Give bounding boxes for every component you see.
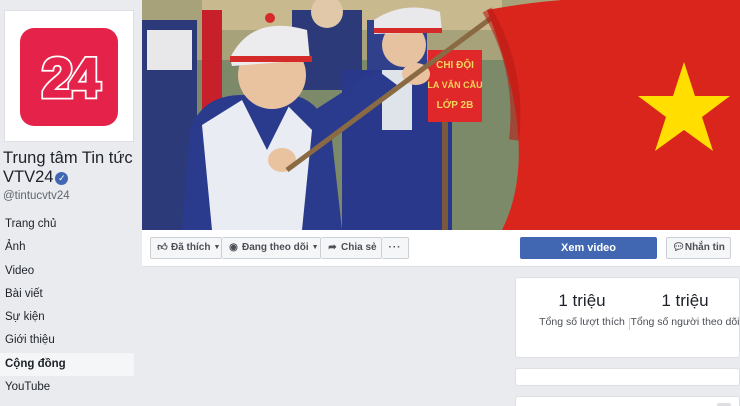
sign-text-2: LA VĂN CẦU <box>427 80 482 90</box>
sign-text-1: CHI ĐỘI <box>436 58 474 71</box>
sidebar-card <box>515 368 740 386</box>
nav-item-events[interactable]: Sự kiện <box>0 306 134 329</box>
likes-count: 1 triệu <box>558 291 606 310</box>
share-arrow-icon: ➦ <box>328 242 337 253</box>
share-label: Chia sẻ <box>341 242 377 253</box>
followers-label: Tổng số người theo dõi <box>630 316 740 328</box>
page-action-bar: 👍︎ Đã thích ▼ ◉ Đang theo dõi ▼ ➦ Chia sẻ ···… <box>142 230 740 267</box>
message-label: Nhắn tin <box>684 242 725 253</box>
followers-stat: 1 triệu Tổng số người theo dõi <box>626 290 740 331</box>
verified-check-icon: ✓ <box>55 172 69 185</box>
liked-button[interactable]: 👍︎ Đã thích ▼ <box>150 237 222 259</box>
nav-item-community[interactable]: Cộng đồng <box>0 352 134 377</box>
messenger-icon: 💬︎ <box>672 242 685 253</box>
nav-item-home[interactable]: Trang chủ <box>0 213 134 236</box>
likes-stat: 1 triệu Tổng số lượt thích <box>528 290 636 331</box>
sidebar-card <box>515 396 740 406</box>
page-name-text: Trung tâm Tin tức VTV24 <box>3 149 133 186</box>
nav-item-posts[interactable]: Bài viết <box>0 283 134 306</box>
liked-label: Đã thích <box>171 242 211 253</box>
svg-text:24: 24 <box>42 47 100 107</box>
nav-item-about[interactable]: Giới thiệu <box>0 329 134 352</box>
nav-item-youtube[interactable]: YouTube <box>0 376 134 399</box>
page-nav: Trang chủ Ảnh Video Bài viết Sự kiện Giớ… <box>0 213 134 399</box>
share-button[interactable]: ➦ Chia sẻ <box>321 237 382 259</box>
logo-24-glyph: 24 24 <box>39 47 106 107</box>
vtv24-logo: 24 24 <box>20 28 118 126</box>
following-button[interactable]: ◉ Đang theo dõi ▼ <box>222 237 321 259</box>
left-column: 24 24 Trung tâm Tin tức VTV24 ✓ @tintucvt… <box>0 0 140 406</box>
message-button[interactable]: 💬︎Nhắn tin <box>666 237 731 259</box>
more-options-button[interactable]: ··· <box>382 237 409 259</box>
sign-text-3: LỚP 2B <box>437 98 474 111</box>
following-label: Đang theo dõi <box>242 242 309 253</box>
thumbs-up-icon: 👍︎ <box>157 242 168 253</box>
profile-picture[interactable]: 24 24 <box>4 10 134 142</box>
page-handle[interactable]: @tintucvtv24 <box>3 190 70 202</box>
likes-label: Tổng số lượt thích <box>539 316 625 328</box>
page-title[interactable]: Trung tâm Tin tức VTV24 ✓ <box>3 149 138 187</box>
nav-item-videos[interactable]: Video <box>0 260 134 283</box>
cover-photo[interactable]: CHI ĐỘI LA VĂN CẦU LỚP 2B <box>142 0 740 230</box>
cover-illustration: CHI ĐỘI LA VĂN CẦU LỚP 2B <box>142 0 740 230</box>
watch-video-button[interactable]: Xem video <box>520 237 657 259</box>
rss-icon: ◉ <box>229 242 238 253</box>
chevron-down-icon: ▼ <box>213 244 221 251</box>
page-stats-card: 1 triệu Tổng số lượt thích 1 triệu Tổng … <box>515 277 740 358</box>
nav-item-photos[interactable]: Ảnh <box>0 236 134 259</box>
followers-count: 1 triệu <box>661 291 709 310</box>
chevron-down-icon: ▼ <box>311 244 319 251</box>
